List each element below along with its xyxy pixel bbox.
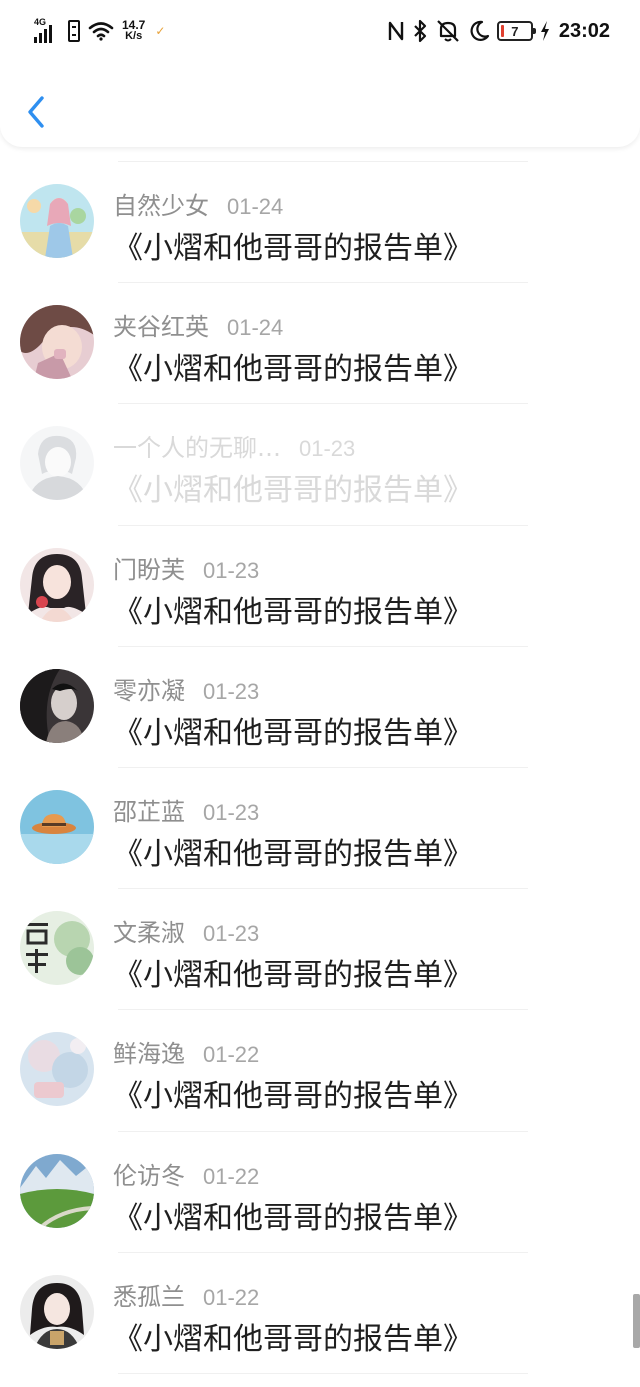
post-title[interactable]: 《小熠和他哥哥的报告单》 (113, 465, 473, 509)
list-item[interactable]: 伦访冬 01-22 《小熠和他哥哥的报告单》 (0, 1132, 640, 1253)
avatar[interactable] (20, 911, 94, 986)
username[interactable]: 伦访冬 (113, 1156, 185, 1191)
username[interactable]: 邵芷蓝 (113, 792, 185, 827)
row-meta: 夹谷红英 01-24 (113, 307, 283, 342)
clock: 23:02 (558, 19, 610, 42)
status-bar: 4G 14.7 K/s ✓ 7 23:02 (0, 0, 640, 62)
list-item[interactable]: 零亦凝 01-23 《小熠和他哥哥的报告单》 (0, 647, 640, 769)
battery-level: 7 (511, 23, 519, 39)
username[interactable]: 门盼芙 (113, 550, 185, 585)
date: 01-23 (203, 678, 260, 704)
list-item[interactable]: 文柔淑 01-23 《小熠和他哥哥的报告单》 (0, 889, 640, 1011)
post-title[interactable]: 《小熠和他哥哥的报告单》 (113, 950, 473, 994)
list-item[interactable]: 鲜海逸 01-22 《小熠和他哥哥的报告单》 (0, 1010, 640, 1132)
moon-icon (470, 20, 489, 41)
list-item[interactable]: 一个人的无聊… 01-23 《小熠和他哥哥的报告单》 (0, 404, 640, 526)
date: 01-23 (203, 557, 260, 583)
scrollbar-thumb[interactable] (633, 1294, 640, 1348)
comment-list: 自然少女 01-24 《小熠和他哥哥的报告单》 夹谷红英 01-24 《小熠和他… (0, 162, 640, 1375)
list-item[interactable]: 自然少女 01-24 《小熠和他哥哥的报告单》 (0, 162, 640, 284)
username[interactable]: 夹谷红英 (113, 307, 209, 342)
row-meta: 门盼芙 01-23 (113, 550, 259, 585)
post-title[interactable]: 《小熠和他哥哥的报告单》 (113, 1314, 473, 1358)
date: 01-22 (203, 1284, 260, 1310)
username[interactable]: 自然少女 (113, 186, 209, 221)
post-title[interactable]: 《小熠和他哥哥的报告单》 (113, 587, 473, 631)
avatar[interactable] (20, 184, 94, 258)
post-title[interactable]: 《小熠和他哥哥的报告单》 (113, 223, 473, 267)
username[interactable]: 鲜海逸 (113, 1034, 185, 1069)
avatar[interactable] (20, 668, 94, 743)
post-title[interactable]: 《小熠和他哥哥的报告单》 (113, 1071, 473, 1115)
post-title[interactable]: 《小熠和他哥哥的报告单》 (113, 708, 473, 752)
battery-icon: 7 (496, 21, 536, 41)
date: 01-22 (203, 1163, 260, 1189)
row-meta: 悉孤兰 01-22 (113, 1277, 259, 1312)
checkmark-icon: ✓ (155, 24, 166, 38)
back-button[interactable] (18, 90, 54, 134)
row-meta: 伦访冬 01-22 (113, 1156, 259, 1191)
charging-icon (540, 21, 549, 41)
silent-mode-icon (437, 20, 459, 42)
list-item[interactable]: 悉孤兰 01-22 《小熠和他哥哥的报告单》 (0, 1253, 640, 1375)
avatar[interactable] (20, 789, 94, 864)
avatar[interactable] (20, 1153, 94, 1228)
network-speed: 14.7 K/s (122, 19, 145, 42)
avatar[interactable] (20, 426, 94, 501)
cellular-signal-icon: 4G (34, 17, 60, 43)
avatar[interactable] (20, 547, 94, 622)
sim-card-icon (68, 20, 80, 42)
list-item[interactable]: 门盼芙 01-23 《小熠和他哥哥的报告单》 (0, 526, 640, 647)
date: 01-23 (203, 799, 260, 825)
date: 01-24 (227, 194, 284, 219)
status-right: 7 23:02 (387, 19, 610, 43)
username[interactable]: 一个人的无聊… (113, 428, 281, 463)
date: 01-23 (299, 436, 356, 462)
row-meta: 文柔淑 01-23 (113, 913, 259, 948)
avatar[interactable] (20, 1032, 94, 1107)
date: 01-23 (203, 921, 260, 947)
date: 01-22 (203, 1042, 260, 1068)
row-meta: 零亦凝 01-23 (113, 671, 259, 706)
bluetooth-icon (414, 19, 426, 43)
chevron-left-icon (28, 96, 44, 128)
username[interactable]: 零亦凝 (113, 671, 185, 706)
nfc-icon (388, 21, 404, 41)
avatar[interactable] (20, 305, 94, 380)
date: 01-24 (227, 315, 284, 341)
avatar[interactable] (20, 1274, 94, 1349)
speed-unit: K/s (125, 30, 143, 42)
post-title[interactable]: 《小熠和他哥哥的报告单》 (113, 1193, 473, 1237)
row-meta: 自然少女 01-24 (113, 186, 283, 221)
list-item[interactable]: 夹谷红英 01-24 《小熠和他哥哥的报告单》 (0, 283, 640, 405)
post-title[interactable]: 《小熠和他哥哥的报告单》 (113, 344, 473, 388)
row-meta: 一个人的无聊… 01-23 (113, 428, 355, 463)
list-item[interactable]: 邵芷蓝 01-23 《小熠和他哥哥的报告单》 (0, 768, 640, 890)
row-meta: 鲜海逸 01-22 (113, 1034, 259, 1069)
wifi-icon (88, 22, 114, 41)
username[interactable]: 悉孤兰 (113, 1277, 185, 1312)
status-left: 4G 14.7 K/s ✓ (34, 17, 166, 43)
post-title[interactable]: 《小熠和他哥哥的报告单》 (113, 829, 473, 873)
username[interactable]: 文柔淑 (113, 913, 185, 948)
row-meta: 邵芷蓝 01-23 (113, 792, 259, 827)
